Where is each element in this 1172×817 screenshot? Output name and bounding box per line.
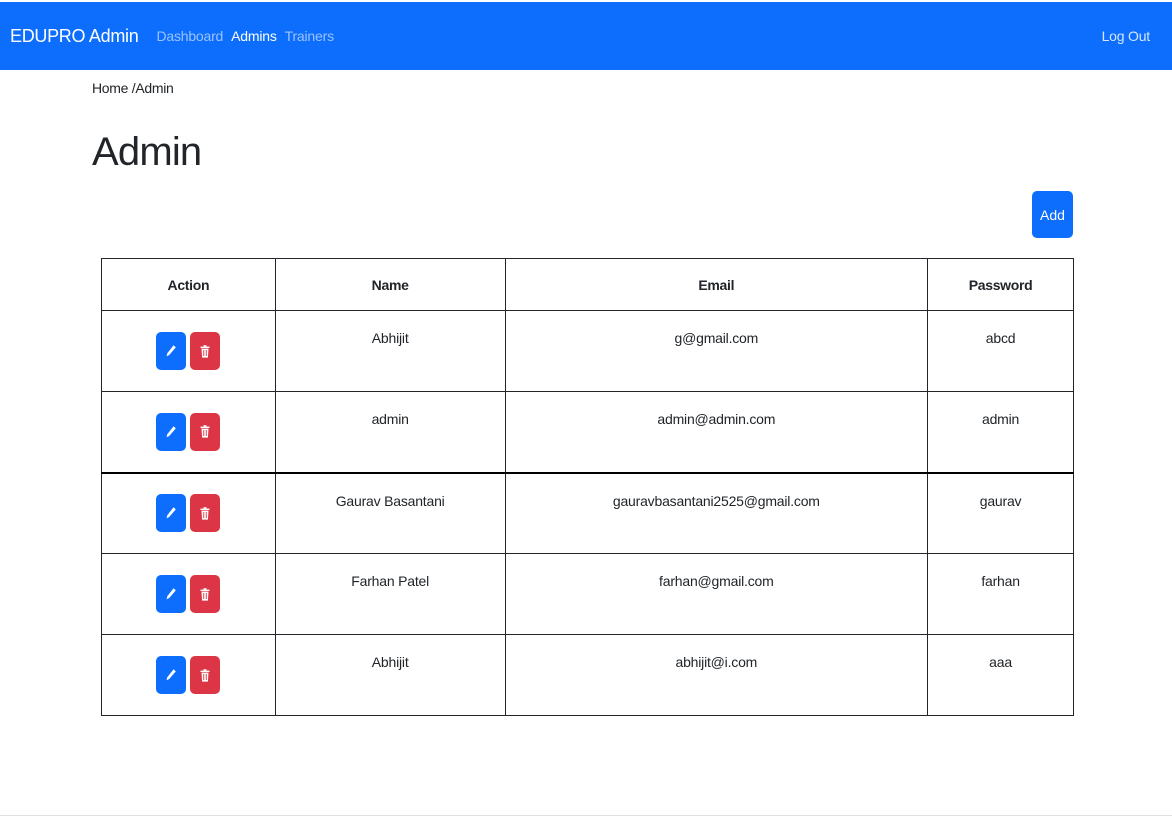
nav-link-trainers[interactable]: Trainers	[285, 28, 334, 44]
name-cell: Abhijit	[274, 634, 506, 716]
edit-button[interactable]	[156, 412, 187, 451]
page-title: Admin	[92, 130, 202, 174]
delete-button[interactable]	[190, 575, 221, 613]
name-cell: admin	[274, 391, 506, 474]
row-action-group	[156, 412, 221, 451]
password-cell: gaurav	[927, 472, 1074, 554]
password-cell: farhan	[927, 553, 1074, 635]
pencil-icon	[165, 344, 177, 358]
trash-icon	[200, 668, 210, 682]
password-cell: abcd	[927, 310, 1074, 392]
trash-icon	[200, 587, 210, 601]
action-cell	[101, 391, 276, 474]
row-action-group	[156, 494, 221, 533]
trash-icon	[200, 425, 210, 438]
row-action-group	[156, 656, 221, 694]
table-row: Abhijit g@gmail.com abcd	[101, 310, 1074, 392]
row-action-group	[156, 575, 221, 613]
logout-link[interactable]: Log Out	[1102, 28, 1151, 44]
table-row: Gaurav Basantani gauravbasantani2525@gmai…	[101, 472, 1074, 554]
header-email: Email	[504, 258, 929, 311]
trash-icon	[200, 506, 210, 520]
admins-table: Action Name Email Password Abhijit g@gmai…	[101, 258, 1074, 716]
name-cell: Farhan Patel	[274, 553, 506, 635]
action-cell	[101, 310, 276, 392]
row-action-group	[156, 332, 221, 370]
delete-button[interactable]	[190, 412, 221, 451]
header-action: Action	[101, 258, 276, 311]
email-cell: g@gmail.com	[504, 310, 929, 392]
action-cell	[101, 472, 276, 554]
brand-link[interactable]: EDUPRO Admin	[10, 26, 139, 47]
pencil-icon	[165, 587, 177, 601]
pencil-icon	[165, 425, 177, 439]
password-cell: aaa	[927, 634, 1074, 716]
name-cell: Gaurav Basantani	[274, 472, 506, 554]
email-cell: farhan@gmail.com	[504, 553, 929, 635]
header-name: Name	[274, 258, 506, 311]
trash-icon	[200, 344, 210, 358]
pencil-icon	[165, 506, 177, 520]
delete-button[interactable]	[190, 494, 221, 533]
edit-button[interactable]	[156, 332, 187, 370]
table-header-row: Action Name Email Password	[101, 258, 1074, 311]
action-cell	[101, 634, 276, 716]
email-cell: gauravbasantani2525@gmail.com	[504, 472, 929, 554]
page-bottom-divider	[0, 815, 1172, 816]
action-cell	[101, 553, 276, 635]
delete-button[interactable]	[190, 332, 221, 370]
table-row: Farhan Patel farhan@gmail.com farhan	[101, 553, 1074, 635]
email-cell: admin@admin.com	[504, 391, 929, 474]
edit-button[interactable]	[156, 575, 187, 613]
edit-button[interactable]	[156, 656, 187, 694]
top-navbar: EDUPRO Admin Dashboard Admins Trainers L…	[0, 2, 1172, 70]
table-row: admin admin@admin.com admin	[101, 391, 1074, 474]
name-cell: Abhijit	[274, 310, 506, 392]
edit-button[interactable]	[156, 494, 187, 533]
delete-button[interactable]	[190, 656, 221, 694]
nav-link-admins[interactable]: Admins	[231, 28, 277, 44]
header-password: Password	[927, 258, 1074, 311]
password-cell: admin	[927, 391, 1074, 474]
add-button[interactable]: Add	[1032, 191, 1073, 238]
pencil-icon	[165, 668, 177, 682]
breadcrumb: Home /Admin	[92, 80, 174, 96]
table-row: Abhijit abhijit@i.com aaa	[101, 634, 1074, 716]
table-body: Abhijit g@gmail.com abcd admin admin@admin.c…	[101, 310, 1074, 716]
nav-link-dashboard[interactable]: Dashboard	[156, 28, 223, 44]
email-cell: abhijit@i.com	[504, 634, 929, 716]
